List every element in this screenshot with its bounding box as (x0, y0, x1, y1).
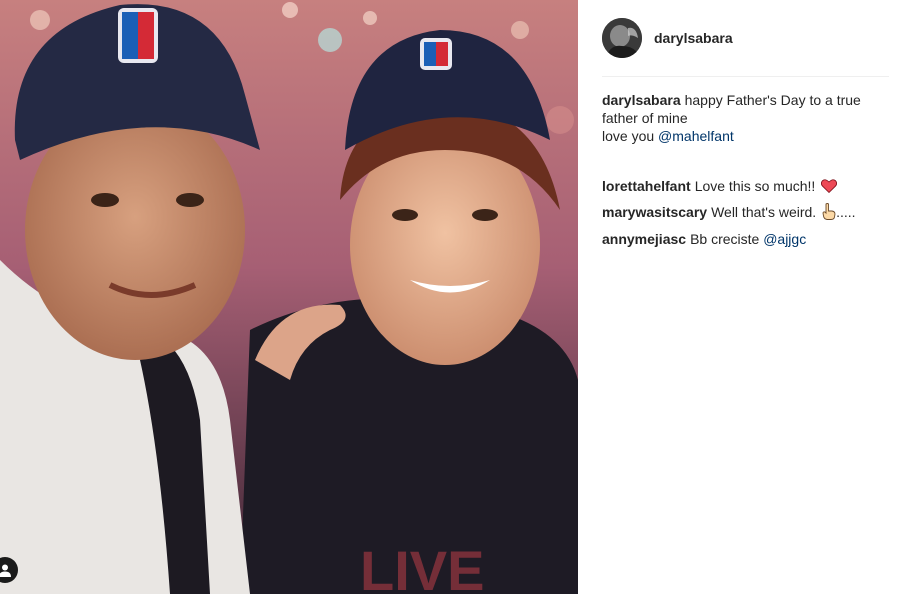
header-divider (602, 76, 889, 77)
comment-text: Love this so much!! (694, 178, 816, 194)
caption-username[interactable]: darylsabara (602, 92, 681, 108)
red-heart-emoji (821, 179, 838, 197)
caption-text-line2: love you (602, 128, 659, 144)
post-photo[interactable]: LIVE (0, 0, 578, 594)
pointing-hand-emoji (822, 203, 836, 224)
comment-username[interactable]: marywasitscary (602, 204, 707, 220)
comment-username[interactable]: lorettahelfant (602, 178, 691, 194)
comment-item: lorettahelfant Love this so much!! (602, 177, 892, 197)
author-avatar[interactable] (602, 18, 642, 58)
comment-item: annymejiasc Bb creciste @ajjgc (602, 230, 892, 248)
watermark-text: LIVE (360, 539, 484, 594)
comment-username[interactable]: annymejiasc (602, 231, 686, 247)
comment-item: marywasitscary Well that's weird. ..... (602, 203, 892, 224)
post-side-panel: darylsabara darylsabara happy Father's Da… (578, 0, 909, 594)
comments-list: lorettahelfant Love this so much!! marywa… (602, 177, 892, 254)
comment-suffix: ..... (836, 204, 856, 220)
post-caption: darylsabara happy Father's Day to a true … (602, 91, 872, 145)
comment-text: Bb creciste (690, 231, 764, 247)
comment-text: Well that's weird. (711, 204, 817, 220)
user-tag-icon (0, 563, 12, 577)
author-username[interactable]: darylsabara (654, 30, 733, 46)
photo-illustration: LIVE (0, 0, 578, 594)
comment-mention[interactable]: @ajjgc (763, 231, 806, 247)
caption-mention[interactable]: @mahelfant (658, 128, 734, 144)
post-header: darylsabara (602, 18, 889, 58)
